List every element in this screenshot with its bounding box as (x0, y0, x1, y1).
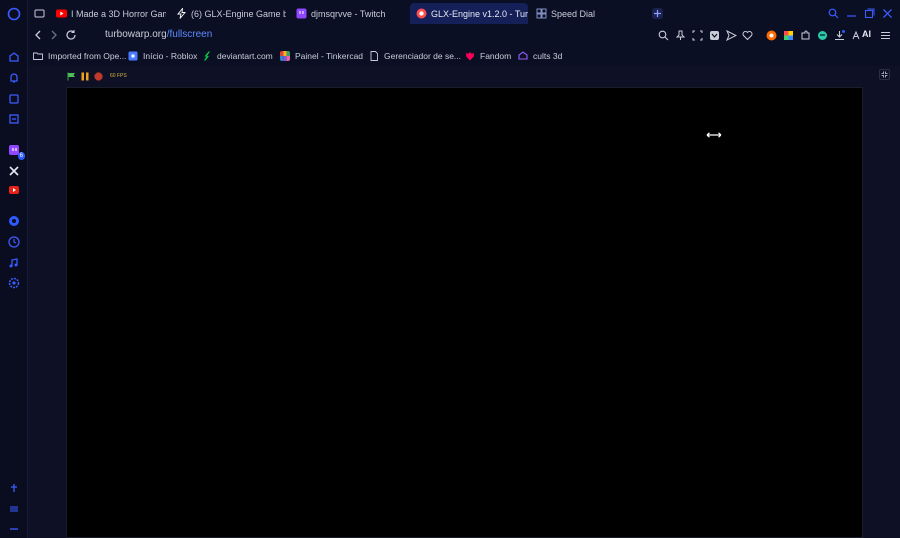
gx-cleaner-icon[interactable] (7, 112, 21, 126)
bookmark-cults3d[interactable]: cults 3d (518, 49, 562, 62)
browser-window: 6 I Made a 3D Horror Game (6) GLX-Engine… (0, 0, 900, 538)
forward-icon[interactable] (48, 29, 60, 41)
exit-fullscreen-button[interactable] (879, 69, 890, 80)
cults-icon (518, 50, 528, 60)
back-icon[interactable] (32, 29, 44, 41)
bookmark-deviantart[interactable]: deviantart.com (202, 49, 273, 62)
fandom-icon (466, 51, 474, 60)
history-icon[interactable] (7, 235, 21, 249)
bookmark-imported-folder[interactable]: Imported from Ope... (33, 49, 126, 62)
grid-icon (536, 8, 547, 19)
reload-icon[interactable] (65, 29, 77, 41)
speed-dial-icon[interactable] (7, 50, 21, 64)
player-icon[interactable] (7, 214, 21, 228)
search-icon[interactable] (658, 30, 669, 41)
bookmark-label: Início - Roblox (143, 50, 198, 61)
project-stage[interactable] (66, 87, 863, 538)
tinkercad-icon (280, 50, 290, 61)
twitch-sidebar-icon[interactable]: 6 (7, 143, 25, 160)
search-tabs-icon[interactable] (828, 8, 839, 19)
plus-icon (654, 10, 661, 17)
resize-cursor-icon (706, 132, 722, 138)
aria-ai-icon[interactable] (851, 30, 862, 41)
roblox-icon (128, 51, 138, 60)
twitch-badge: 6 (17, 152, 25, 160)
close-icon[interactable] (882, 8, 893, 19)
x-twitter-icon[interactable] (7, 164, 21, 178)
gx-control-icon[interactable] (7, 92, 21, 106)
collapse-icon (881, 71, 888, 78)
pause-icon[interactable] (81, 72, 89, 81)
brave-extension-icon[interactable] (766, 30, 777, 41)
new-tab-button[interactable] (652, 8, 663, 19)
bookmark-gerenciador[interactable]: Gerenciador de se... (369, 49, 461, 62)
bookmark-fandom[interactable]: Fandom (465, 49, 511, 62)
tab-twitch[interactable]: djmsqrvve - Twitch (290, 3, 406, 24)
address-bar: turbowarp.org/fullscreen AI (28, 26, 900, 46)
lightning-icon (177, 8, 186, 19)
tab-turbowarp-active[interactable]: GLX-Engine v1.2.0 - Turbo (410, 3, 528, 24)
twitch-icon (296, 8, 307, 19)
bookmark-heart-icon[interactable] (742, 30, 753, 41)
send-icon[interactable] (726, 30, 737, 41)
ai-button-label[interactable]: AI (862, 29, 871, 39)
vpn-shield-icon[interactable] (709, 30, 720, 41)
url-field[interactable]: turbowarp.org/fullscreen (105, 29, 212, 40)
more-icon[interactable] (7, 502, 21, 516)
url-path: /fullscreen (166, 29, 213, 40)
expand-sidebar-icon[interactable] (7, 522, 21, 536)
url-domain: turbowarp.org (105, 29, 167, 40)
tab-label: (6) GLX-Engine Game by S (191, 8, 286, 19)
pin-icon[interactable] (7, 481, 21, 495)
tab-label: djmsqrvve - Twitch (311, 8, 386, 19)
colorful-extension-icon[interactable] (783, 30, 794, 41)
document-icon (370, 50, 378, 61)
tab-overview-icon (34, 9, 45, 18)
maximize-icon[interactable] (864, 8, 875, 19)
easy-setup-menu-icon[interactable] (880, 30, 891, 41)
tab-overview-button[interactable] (28, 3, 50, 24)
bookmark-label: deviantart.com (217, 50, 273, 61)
turbowarp-icon (416, 8, 427, 19)
opera-gx-logo-icon[interactable] (7, 7, 21, 21)
music-icon[interactable] (7, 256, 21, 270)
bookmark-roblox[interactable]: Início - Roblox (128, 49, 197, 62)
player-controls: 60 FPS (67, 71, 127, 81)
bookmark-label: Fandom (480, 50, 512, 61)
bookmark-tinkercad[interactable]: Painel - Tinkercad (280, 49, 363, 62)
tab-label: Speed Dial (551, 8, 596, 19)
green-flag-icon[interactable] (67, 72, 76, 81)
page-content: 60 FPS (28, 66, 900, 538)
tab-strip: I Made a 3D Horror Game (6) GLX-Engine G… (28, 0, 900, 26)
settings-icon[interactable] (7, 276, 21, 290)
bookmark-label: Imported from Ope... (48, 50, 127, 61)
tab-label: I Made a 3D Horror Game (71, 8, 166, 19)
bookmark-label: cults 3d (533, 50, 563, 61)
stop-icon[interactable] (94, 72, 103, 81)
tab-label: GLX-Engine v1.2.0 - Turbo (431, 8, 528, 19)
bookmark-label: Painel - Tinkercad (295, 50, 364, 61)
extensions-icon[interactable] (800, 30, 811, 41)
tab-glx-game[interactable]: (6) GLX-Engine Game by S (170, 3, 286, 24)
gx-corner-icon[interactable] (817, 30, 828, 41)
minimize-icon[interactable] (846, 8, 857, 19)
bookmark-label: Gerenciador de se... (384, 50, 462, 61)
tab-horror-game[interactable]: I Made a 3D Horror Game (50, 3, 166, 24)
fps-counter: 60 FPS (110, 73, 127, 79)
folder-icon (33, 52, 43, 60)
download-icon[interactable] (834, 30, 845, 41)
sidebar: 6 (0, 0, 28, 538)
deviantart-icon (204, 51, 210, 60)
youtube-icon (56, 9, 67, 18)
pin-page-icon[interactable] (675, 30, 686, 41)
bookmarks-bar: Imported from Ope... Início - Roblox dev… (28, 47, 900, 64)
tab-speed-dial[interactable]: Speed Dial (530, 3, 630, 24)
notifications-icon[interactable] (7, 71, 21, 85)
youtube-sidebar-icon[interactable] (7, 183, 21, 197)
snapshot-icon[interactable] (692, 30, 703, 41)
